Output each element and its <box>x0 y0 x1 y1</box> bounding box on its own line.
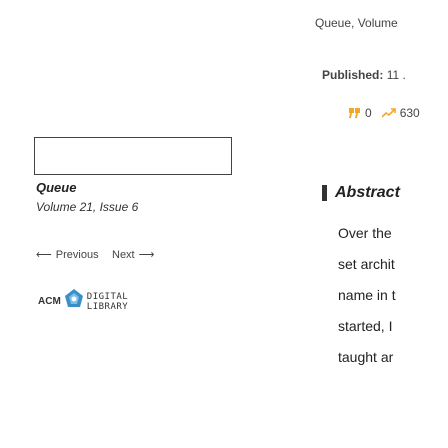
article-metrics: 0 630 <box>349 106 426 120</box>
citations-count[interactable]: 0 <box>365 106 372 120</box>
logo-digital-library-text: DIGITAL LIBRARY <box>87 292 128 312</box>
section-marker <box>322 185 327 201</box>
downloads-trend-icon <box>381 108 396 118</box>
previous-label: Previous <box>55 248 99 261</box>
abstract-line: taught ar <box>338 349 394 365</box>
logo-line-2: LIBRARY <box>86 301 129 312</box>
previous-issue-button[interactable]: ⟵ Previous <box>36 248 99 262</box>
logo-line-1: DIGITAL <box>86 291 129 302</box>
abstract-line: started, I <box>338 318 393 334</box>
journal-title[interactable]: Queue <box>36 180 76 195</box>
issue-cover-image[interactable] <box>34 137 232 175</box>
citation-quote-icon <box>349 108 361 118</box>
abstract-line: name in t <box>338 287 396 303</box>
arrow-left-icon: ⟵ <box>36 249 52 261</box>
abstract-text: Over the set archit name in t started, I… <box>338 218 448 373</box>
published-label: Published: <box>322 68 384 82</box>
acm-emblem-icon <box>63 288 85 315</box>
abstract-heading: Abstract <box>335 184 400 201</box>
breadcrumb[interactable]: Queue, Volume <box>315 16 398 30</box>
logo-acm-text: ACM <box>38 296 61 307</box>
published-date: Published: 11 . <box>322 68 406 82</box>
acm-digital-library-logo[interactable]: ACM DIGITAL LIBRARY <box>38 288 128 315</box>
downloads-count[interactable]: 630 <box>400 106 420 120</box>
next-issue-button[interactable]: Next ⟶ <box>112 248 155 262</box>
abstract-line: Over the <box>338 225 392 241</box>
abstract-line: set archit <box>338 256 395 272</box>
arrow-right-icon: ⟶ <box>138 249 155 261</box>
abstract-section-heading: Abstract <box>322 184 400 202</box>
issue-volume-link[interactable]: Volume 21, Issue 6 <box>36 200 138 214</box>
published-date-value: 11 . <box>386 68 406 82</box>
next-label: Next <box>112 248 135 261</box>
